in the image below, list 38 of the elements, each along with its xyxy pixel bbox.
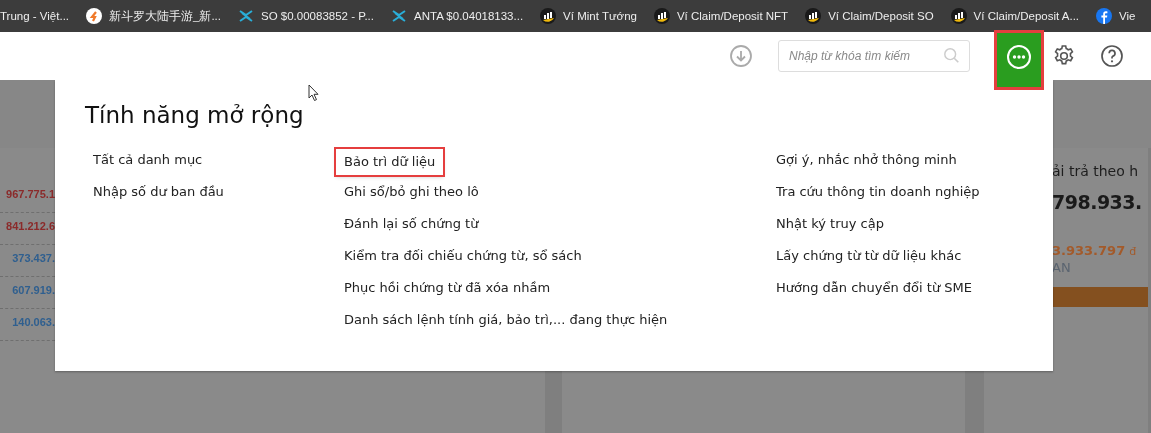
menu-link[interactable]: Phục hồi chứng từ đã xóa nhầm (340, 277, 555, 309)
currency-text: đ (1129, 245, 1137, 258)
bookmark-link[interactable]: ANTA $0.04018133... (414, 10, 524, 22)
menu-link[interactable]: Hướng dẫn chuyển đổi từ SME (772, 277, 976, 309)
menu-link[interactable]: Gợi ý, nhắc nhở thông minh (772, 149, 961, 181)
menu-link[interactable]: Nhập số dư ban đầu (89, 181, 228, 213)
chart-logo-icon (540, 8, 557, 24)
cursor-icon (308, 84, 320, 102)
chart-logo-icon (950, 8, 967, 24)
bookmark-link[interactable]: Trung - Việt... (0, 10, 70, 22)
card-title: ải trả theo h (1052, 163, 1140, 179)
panel-title: Tính năng mở rộng (85, 102, 305, 128)
amount-text: 798.933. (1052, 191, 1143, 213)
facebook-logo-icon (1096, 8, 1113, 24)
menu-link[interactable]: Nhật ký truy cập (772, 213, 888, 245)
bookmark-link[interactable]: Ví Claim/Deposit SO (828, 10, 934, 22)
menu-link[interactable]: Lấy chứng từ từ dữ liệu khác (772, 245, 966, 277)
bookmark-link[interactable]: Ví Claim/Deposit A... (973, 10, 1080, 22)
menu-link[interactable]: Bảo trì dữ liệu (336, 149, 444, 175)
search-icon (943, 47, 961, 65)
menu-link[interactable]: Tất cả danh mục (89, 149, 207, 181)
chart-logo-icon (653, 8, 670, 24)
bookmark-link[interactable]: Ví Mint Tướng (563, 10, 637, 22)
menu-link[interactable]: Danh sách lệnh tính giá, bảo trì,... đang thực hiện (340, 309, 672, 341)
bookmark-link[interactable]: 新斗罗大陆手游_新... (109, 8, 221, 24)
more-icon (1006, 44, 1032, 70)
menu-link[interactable]: Đánh lại số chứng từ (340, 213, 483, 245)
bookmark-link[interactable]: SO $0.00083852 - P... (261, 10, 374, 22)
more-button[interactable] (996, 32, 1042, 88)
menu-link[interactable]: Ghi sổ/bỏ ghi theo lô (340, 181, 483, 213)
search-field[interactable]: Nhập từ khóa tìm kiếm (778, 40, 970, 72)
amount-text: 3.933.797 (1052, 243, 1126, 258)
bookmark-link[interactable]: Ví Claim/Deposit NFT (676, 10, 789, 22)
chart-logo-icon (805, 8, 822, 24)
menu-link[interactable]: Tra cứu thông tin doanh nghiệp (772, 181, 984, 213)
help-icon[interactable] (1100, 44, 1124, 68)
menu-link[interactable]: Kiểm tra đối chiếu chứng từ, sổ sách (340, 245, 586, 277)
bookmark-link[interactable]: Vie (1119, 10, 1136, 22)
